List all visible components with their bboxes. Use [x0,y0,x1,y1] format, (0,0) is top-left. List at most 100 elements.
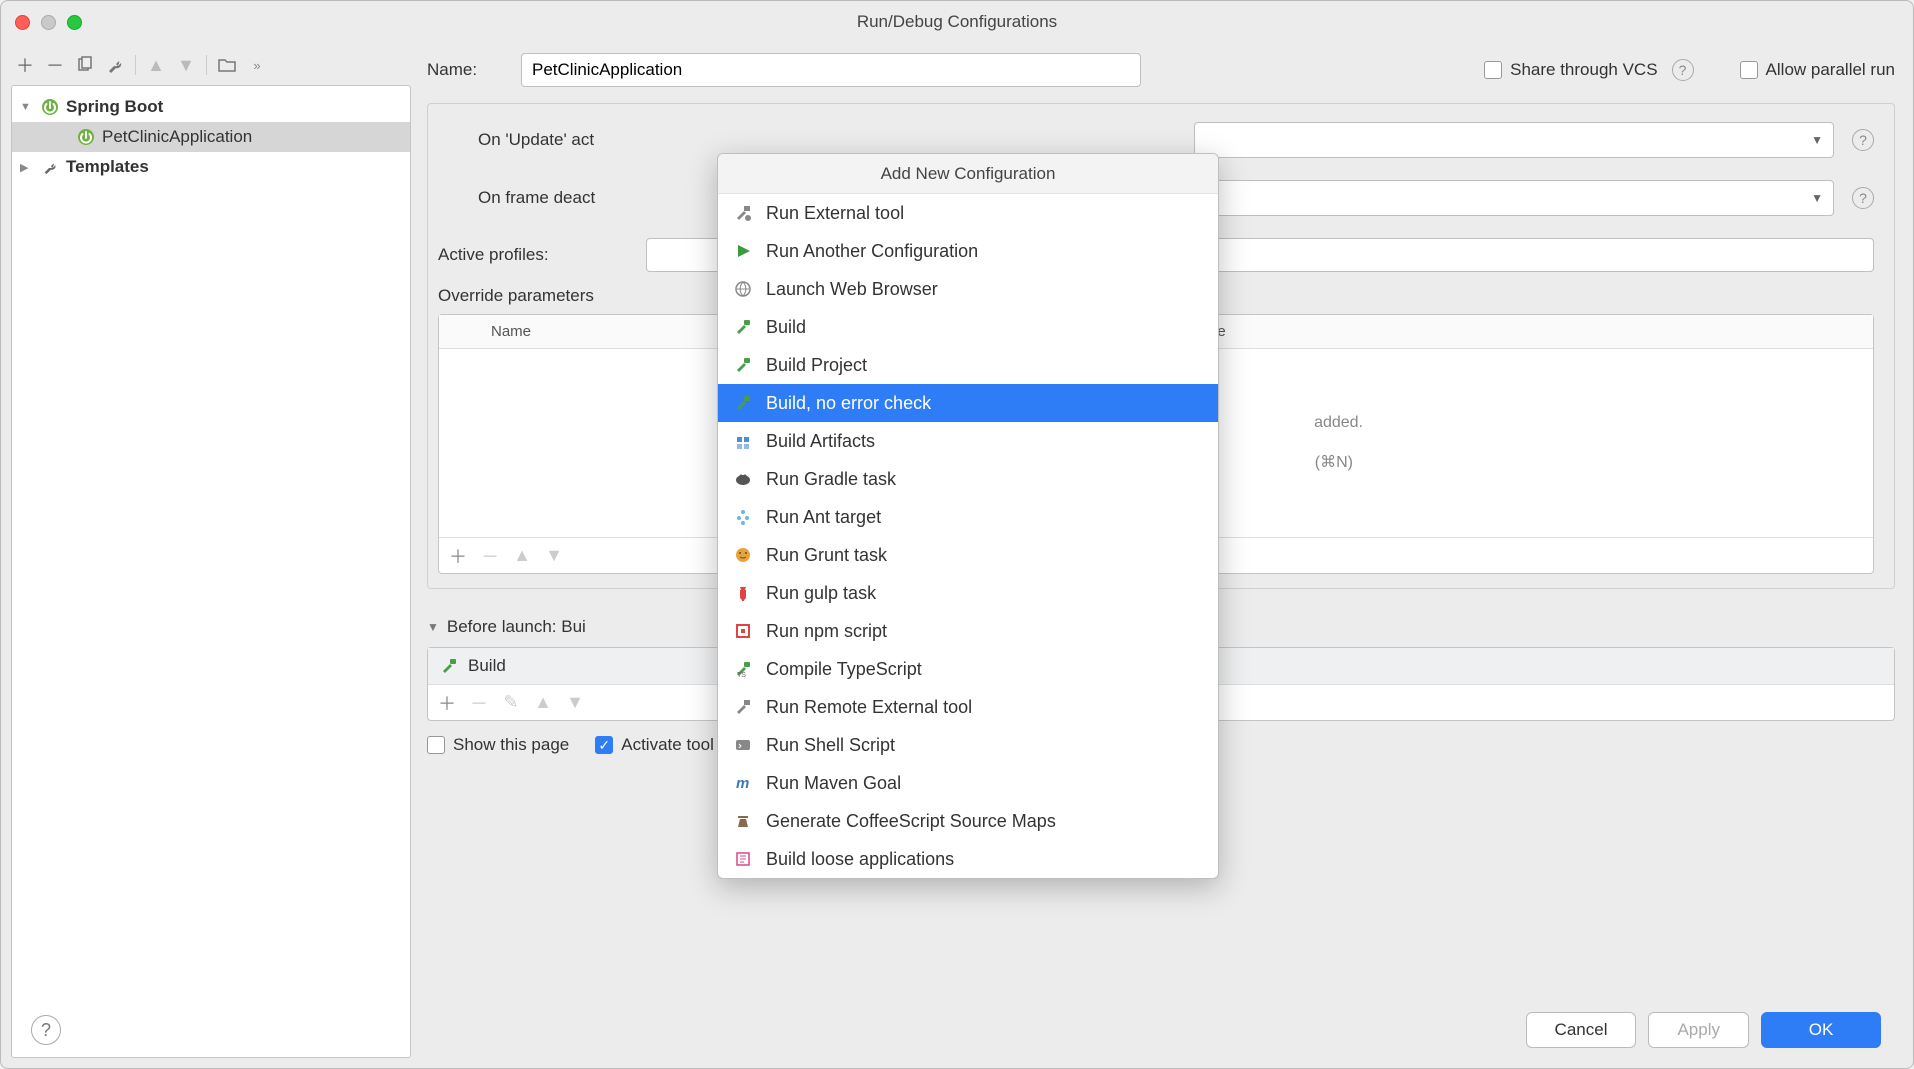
build-project-icon [732,354,754,376]
popup-item-another-config[interactable]: Run Another Configuration [718,232,1218,270]
popup-item-typescript[interactable]: TS Compile TypeScript [718,650,1218,688]
npm-icon [732,620,754,642]
grunt-icon [732,544,754,566]
table-col-value: Value [1177,323,1874,340]
popup-item-build-no-error[interactable]: Build, no error check [718,384,1218,422]
chevron-down-icon: ▼ [427,620,439,634]
popup-item-coffeescript[interactable]: Generate CoffeeScript Source Maps [718,802,1218,840]
name-input[interactable] [521,53,1141,87]
gulp-icon [732,582,754,604]
more-icon[interactable]: » [245,53,269,77]
help-icon[interactable]: ? [1852,187,1874,209]
move-down-icon[interactable]: ▼ [564,692,586,713]
tree-node-spring-boot[interactable]: ▼ Spring Boot [12,92,410,122]
allow-parallel-label: Allow parallel run [1766,60,1895,80]
ok-button[interactable]: OK [1761,1012,1881,1048]
typescript-icon: TS [732,658,754,680]
popup-item-remote-external[interactable]: Run Remote External tool [718,688,1218,726]
share-vcs-checkbox[interactable]: Share through VCS [1484,60,1657,80]
on-frame-label: On frame deact [478,188,708,208]
tree-label: Spring Boot [66,97,163,117]
help-icon[interactable]: ? [31,1015,61,1045]
maven-icon: m [732,772,754,794]
move-down-icon[interactable]: ▼ [543,545,565,566]
popup-item-label: Run Maven Goal [766,773,901,794]
remote-external-icon [732,696,754,718]
popup-item-launch-browser[interactable]: Launch Web Browser [718,270,1218,308]
help-icon[interactable]: ? [1672,59,1694,81]
name-row: Name: Share through VCS ? Allow parallel… [427,53,1895,87]
popup-item-gulp[interactable]: Run gulp task [718,574,1218,612]
build-icon [732,316,754,338]
move-up-icon[interactable]: ▲ [511,545,533,566]
build-no-error-icon [732,392,754,414]
popup-item-label: Run npm script [766,621,887,642]
popup-item-label: Run Gradle task [766,469,896,490]
popup-item-shell[interactable]: Run Shell Script [718,726,1218,764]
spring-boot-icon [76,127,96,147]
remove-task-icon[interactable]: － [468,690,490,716]
popup-item-label: Build [766,317,806,338]
chevron-down-icon: ▼ [1811,191,1823,205]
build-artifacts-icon [732,430,754,452]
add-config-icon[interactable]: ＋ [13,53,37,77]
window-title: Run/Debug Configurations [1,12,1913,32]
on-update-combo[interactable]: ▼ [1194,122,1834,158]
popup-item-build[interactable]: Build [718,308,1218,346]
chevron-right-icon: ▶ [20,161,34,174]
popup-item-build-project[interactable]: Build Project [718,346,1218,384]
popup-item-build-artifacts[interactable]: Build Artifacts [718,422,1218,460]
popup-item-label: Build, no error check [766,393,931,414]
wrench-icon [40,157,60,177]
wrench-icon[interactable] [103,53,127,77]
toolbar-separator [206,55,207,75]
popup-item-loose-apps[interactable]: Build loose applications [718,840,1218,878]
copy-config-icon[interactable] [73,53,97,77]
toolbar-separator [135,55,136,75]
cancel-button[interactable]: Cancel [1526,1012,1637,1048]
before-launch-item-label: Build [468,656,506,676]
apply-button[interactable]: Apply [1648,1012,1749,1048]
titlebar: Run/Debug Configurations [1,1,1913,43]
tree-node-petclinic[interactable]: PetClinicApplication [12,122,410,152]
remove-param-icon[interactable]: － [479,543,501,569]
popup-item-label: Build Project [766,355,867,376]
add-task-icon[interactable]: ＋ [436,690,458,716]
move-up-icon[interactable]: ▲ [144,53,168,77]
edit-task-icon[interactable]: ✎ [500,692,522,713]
popup-item-label: Run Grunt task [766,545,887,566]
folder-icon[interactable] [215,53,239,77]
popup-item-gradle[interactable]: Run Gradle task [718,460,1218,498]
popup-title: Add New Configuration [718,154,1218,194]
allow-parallel-checkbox[interactable]: Allow parallel run [1740,60,1895,80]
name-label: Name: [427,60,507,80]
popup-item-label: Generate CoffeeScript Source Maps [766,811,1056,832]
remove-config-icon[interactable]: － [43,53,67,77]
popup-item-label: Run gulp task [766,583,876,604]
popup-item-label: Run Shell Script [766,735,895,756]
tree-toolbar: ＋ － ▲ ▼ » [11,49,411,85]
show-page-label: Show this page [453,735,569,755]
tree-node-templates[interactable]: ▶ Templates [12,152,410,182]
on-frame-combo[interactable]: ▼ [1194,180,1834,216]
on-update-label: On 'Update' act [478,130,708,150]
dialog-window: Run/Debug Configurations ＋ － ▲ ▼ [0,0,1914,1069]
popup-item-label: Run External tool [766,203,904,224]
popup-item-grunt[interactable]: Run Grunt task [718,536,1218,574]
popup-item-external-tool[interactable]: Run External tool [718,194,1218,232]
popup-item-label: Compile TypeScript [766,659,922,680]
move-down-icon[interactable]: ▼ [174,53,198,77]
popup-item-ant[interactable]: Run Ant target [718,498,1218,536]
move-up-icon[interactable]: ▲ [532,692,554,713]
coffeescript-icon [732,810,754,832]
help-icon[interactable]: ? [1852,129,1874,151]
ant-icon [732,506,754,528]
show-page-checkbox[interactable]: Show this page [427,735,569,755]
add-param-icon[interactable]: ＋ [447,543,469,569]
svg-text:m: m [736,775,749,792]
popup-item-npm[interactable]: Run npm script [718,612,1218,650]
hammer-icon [440,657,458,675]
popup-item-maven[interactable]: m Run Maven Goal [718,764,1218,802]
another-config-icon [732,240,754,262]
share-vcs-label: Share through VCS [1510,60,1657,80]
